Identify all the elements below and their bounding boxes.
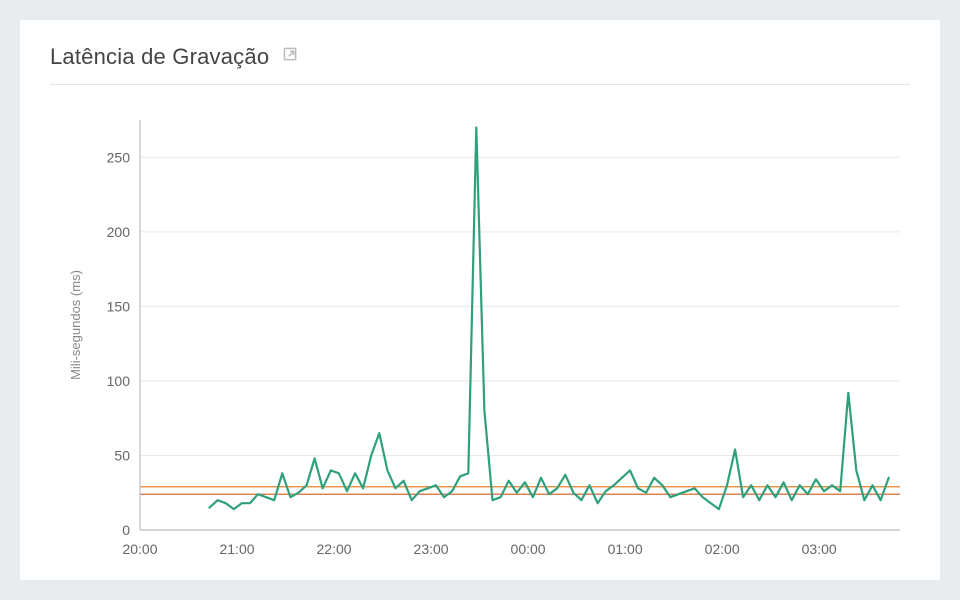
card-header: Latência de Gravação	[50, 44, 910, 85]
x-tick-label: 01:00	[608, 541, 643, 557]
y-tick-label: 200	[107, 224, 131, 240]
write-latency-chart[interactable]: 0 50 100 150 200 250 20:00 21:00 22:00 23:00 00:00…	[50, 105, 910, 565]
x-tick-label: 23:00	[414, 541, 449, 557]
x-tick-label: 22:00	[317, 541, 352, 557]
x-tick-label: 00:00	[511, 541, 546, 557]
x-tick-label: 20:00	[122, 541, 157, 557]
series-write-latency	[210, 128, 889, 510]
y-tick-label: 100	[107, 373, 131, 389]
x-tick-label: 21:00	[219, 541, 254, 557]
x-tick-label: 02:00	[705, 541, 740, 557]
y-tick-label: 150	[107, 298, 131, 314]
x-tick-label: 03:00	[802, 541, 837, 557]
y-axis-label: Mili-segundos (ms)	[68, 270, 83, 380]
y-tick-label: 250	[107, 149, 131, 165]
y-tick-label: 50	[114, 447, 130, 463]
card-title: Latência de Gravação	[50, 44, 269, 70]
latency-card: Latência de Gravação 0 50 100 150 200 250 20:0…	[20, 20, 940, 580]
external-link-icon[interactable]	[283, 47, 298, 67]
y-tick-label: 0	[122, 522, 130, 538]
